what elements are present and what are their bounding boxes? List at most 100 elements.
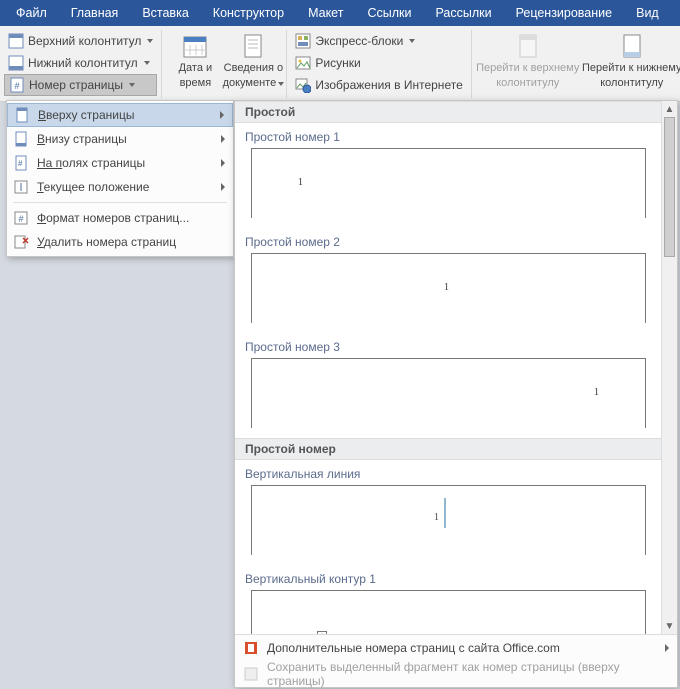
option-title: Вертикальная линия bbox=[245, 464, 667, 485]
pictures-button[interactable]: Рисунки bbox=[291, 52, 466, 74]
chevron-down-icon bbox=[129, 83, 135, 87]
page-number-button[interactable]: # Номер страницы bbox=[4, 74, 157, 96]
option-title: Простой номер 3 bbox=[245, 337, 667, 358]
tab-layout[interactable]: Макет bbox=[296, 0, 355, 26]
submenu-arrow-icon bbox=[221, 135, 225, 143]
chevron-down-icon bbox=[144, 61, 150, 65]
goto-header-icon bbox=[514, 32, 542, 60]
menu-top-of-page[interactable]: Вверху страницы bbox=[7, 103, 233, 127]
scroll-thumb[interactable] bbox=[664, 117, 675, 257]
option-title: Простой номер 1 bbox=[245, 127, 667, 148]
date-time-button[interactable]: Дата и время bbox=[166, 30, 224, 98]
date-time-label-2: время bbox=[180, 77, 212, 90]
tab-design[interactable]: Конструктор bbox=[201, 0, 296, 26]
page-preview: 1 bbox=[251, 358, 646, 428]
save-selection-button: Сохранить выделенный фрагмент как номер … bbox=[235, 661, 677, 687]
online-pictures-button[interactable]: Изображения в Интернете bbox=[291, 74, 466, 96]
submenu-arrow-icon bbox=[665, 644, 669, 652]
footer-label: Нижний колонтитул bbox=[28, 56, 138, 70]
ribbon: Верхний колонтитул Нижний колонтитул # Н… bbox=[0, 26, 680, 102]
page-number-gallery: Простой Простой номер 1 1 Простой номер … bbox=[234, 100, 678, 688]
doc-info-label-2: документе bbox=[223, 77, 277, 89]
tab-mailings[interactable]: Рассылки bbox=[423, 0, 503, 26]
more-from-office-label: Дополнительные номера страниц с сайта Of… bbox=[267, 641, 560, 655]
tab-references[interactable]: Ссылки bbox=[355, 0, 423, 26]
outline-marker: 1 bbox=[317, 631, 352, 634]
tab-insert[interactable]: Вставка bbox=[130, 0, 200, 26]
footer-button[interactable]: Нижний колонтитул bbox=[4, 52, 157, 74]
menu-current-label: Текущее положение bbox=[37, 180, 149, 194]
page-preview: 1 bbox=[251, 590, 646, 634]
chevron-down-icon bbox=[409, 39, 415, 43]
quick-parts-label: Экспресс-блоки bbox=[315, 34, 403, 48]
footer-icon bbox=[8, 55, 24, 71]
goto-footer-icon bbox=[618, 32, 646, 60]
menu-separator bbox=[13, 202, 227, 203]
svg-text:#: # bbox=[18, 159, 23, 168]
tab-review[interactable]: Рецензирование bbox=[504, 0, 625, 26]
gallery-option-vertical-outline-1[interactable]: Вертикальный контур 1 1 bbox=[235, 565, 677, 634]
gallery-option-plain-1[interactable]: Простой номер 1 1 bbox=[235, 123, 677, 228]
menu-current-position[interactable]: Текущее положение bbox=[7, 175, 233, 199]
menu-page-margins[interactable]: # На полях страницы bbox=[7, 151, 233, 175]
page-number-sample: 1 bbox=[298, 177, 303, 188]
submenu-arrow-icon bbox=[221, 159, 225, 167]
menu-remove-page-numbers[interactable]: Удалить номера страниц bbox=[7, 230, 233, 254]
menu-bottom-of-page[interactable]: Внизу страницы bbox=[7, 127, 233, 151]
header-icon bbox=[8, 33, 24, 49]
goto-header-label-1: Перейти к верхнему bbox=[476, 62, 579, 75]
tab-help[interactable]: Спр bbox=[671, 0, 680, 26]
tab-file[interactable]: Файл bbox=[0, 0, 59, 26]
page-number-sample: 1 bbox=[594, 387, 599, 398]
gallery-footer: Дополнительные номера страниц с сайта Of… bbox=[235, 634, 677, 687]
doc-info-label-1: Сведения о bbox=[224, 62, 283, 75]
vertical-line-icon bbox=[444, 498, 446, 528]
goto-footer-label-2: колонтитулу bbox=[600, 77, 663, 90]
chevron-down-icon bbox=[278, 82, 284, 86]
tab-home[interactable]: Главная bbox=[59, 0, 131, 26]
page-number-label: Номер страницы bbox=[29, 78, 123, 92]
gallery-option-plain-3[interactable]: Простой номер 3 1 bbox=[235, 333, 677, 438]
page-number-menu: Вверху страницы Внизу страницы # На поля… bbox=[6, 100, 234, 257]
menu-format-page-numbers[interactable]: # Формат номеров страниц... bbox=[7, 206, 233, 230]
date-time-label-1: Дата и bbox=[179, 62, 213, 75]
option-title: Вертикальный контур 1 bbox=[245, 569, 667, 590]
quick-parts-button[interactable]: Экспресс-блоки bbox=[291, 30, 466, 52]
menu-bottom-label: Внизу страницы bbox=[37, 132, 127, 146]
gallery-section-simple: Простой bbox=[235, 101, 677, 123]
goto-footer-button[interactable]: Перейти к нижнему колонтитулу bbox=[580, 30, 680, 98]
svg-text:#: # bbox=[18, 214, 23, 224]
tab-view[interactable]: Вид bbox=[624, 0, 671, 26]
gallery-section-plainnumber: Простой номер bbox=[235, 438, 677, 460]
page-number-icon: # bbox=[9, 77, 25, 93]
scroll-down-button[interactable]: ▼ bbox=[662, 618, 677, 634]
calendar-icon bbox=[181, 32, 209, 60]
page-margins-icon: # bbox=[13, 155, 29, 171]
current-position-icon bbox=[13, 179, 29, 195]
scroll-up-button[interactable]: ▲ bbox=[662, 101, 677, 117]
page-number-sample: 1 bbox=[434, 512, 439, 523]
menu-remove-label: Удалить номера страниц bbox=[37, 235, 176, 249]
gallery-scrollbar[interactable]: ▲ ▼ bbox=[661, 101, 677, 634]
page-preview: 1 bbox=[251, 148, 646, 218]
gallery-option-vertical-line[interactable]: Вертикальная линия 1 bbox=[235, 460, 677, 565]
quick-parts-icon bbox=[295, 33, 311, 49]
page-preview: 1 bbox=[251, 253, 646, 323]
goto-header-label-2: колонтитулу bbox=[496, 77, 559, 90]
goto-footer-label-1: Перейти к нижнему bbox=[582, 62, 680, 75]
doc-info-button[interactable]: Сведения о документе bbox=[224, 30, 282, 98]
format-icon: # bbox=[13, 210, 29, 226]
page-number-sample: 1 bbox=[444, 282, 449, 293]
svg-text:#: # bbox=[14, 81, 19, 91]
remove-icon bbox=[13, 234, 29, 250]
option-title: Простой номер 2 bbox=[245, 232, 667, 253]
page-bottom-icon bbox=[13, 131, 29, 147]
submenu-arrow-icon bbox=[221, 183, 225, 191]
gallery-option-plain-2[interactable]: Простой номер 2 1 bbox=[235, 228, 677, 333]
pictures-label: Рисунки bbox=[315, 56, 360, 70]
menu-margins-label: На полях страницы bbox=[37, 156, 145, 170]
globe-picture-icon bbox=[295, 77, 311, 93]
ribbon-tabs: Файл Главная Вставка Конструктор Макет С… bbox=[0, 0, 680, 26]
more-from-office-button[interactable]: Дополнительные номера страниц с сайта Of… bbox=[235, 635, 677, 661]
header-button[interactable]: Верхний колонтитул bbox=[4, 30, 157, 52]
